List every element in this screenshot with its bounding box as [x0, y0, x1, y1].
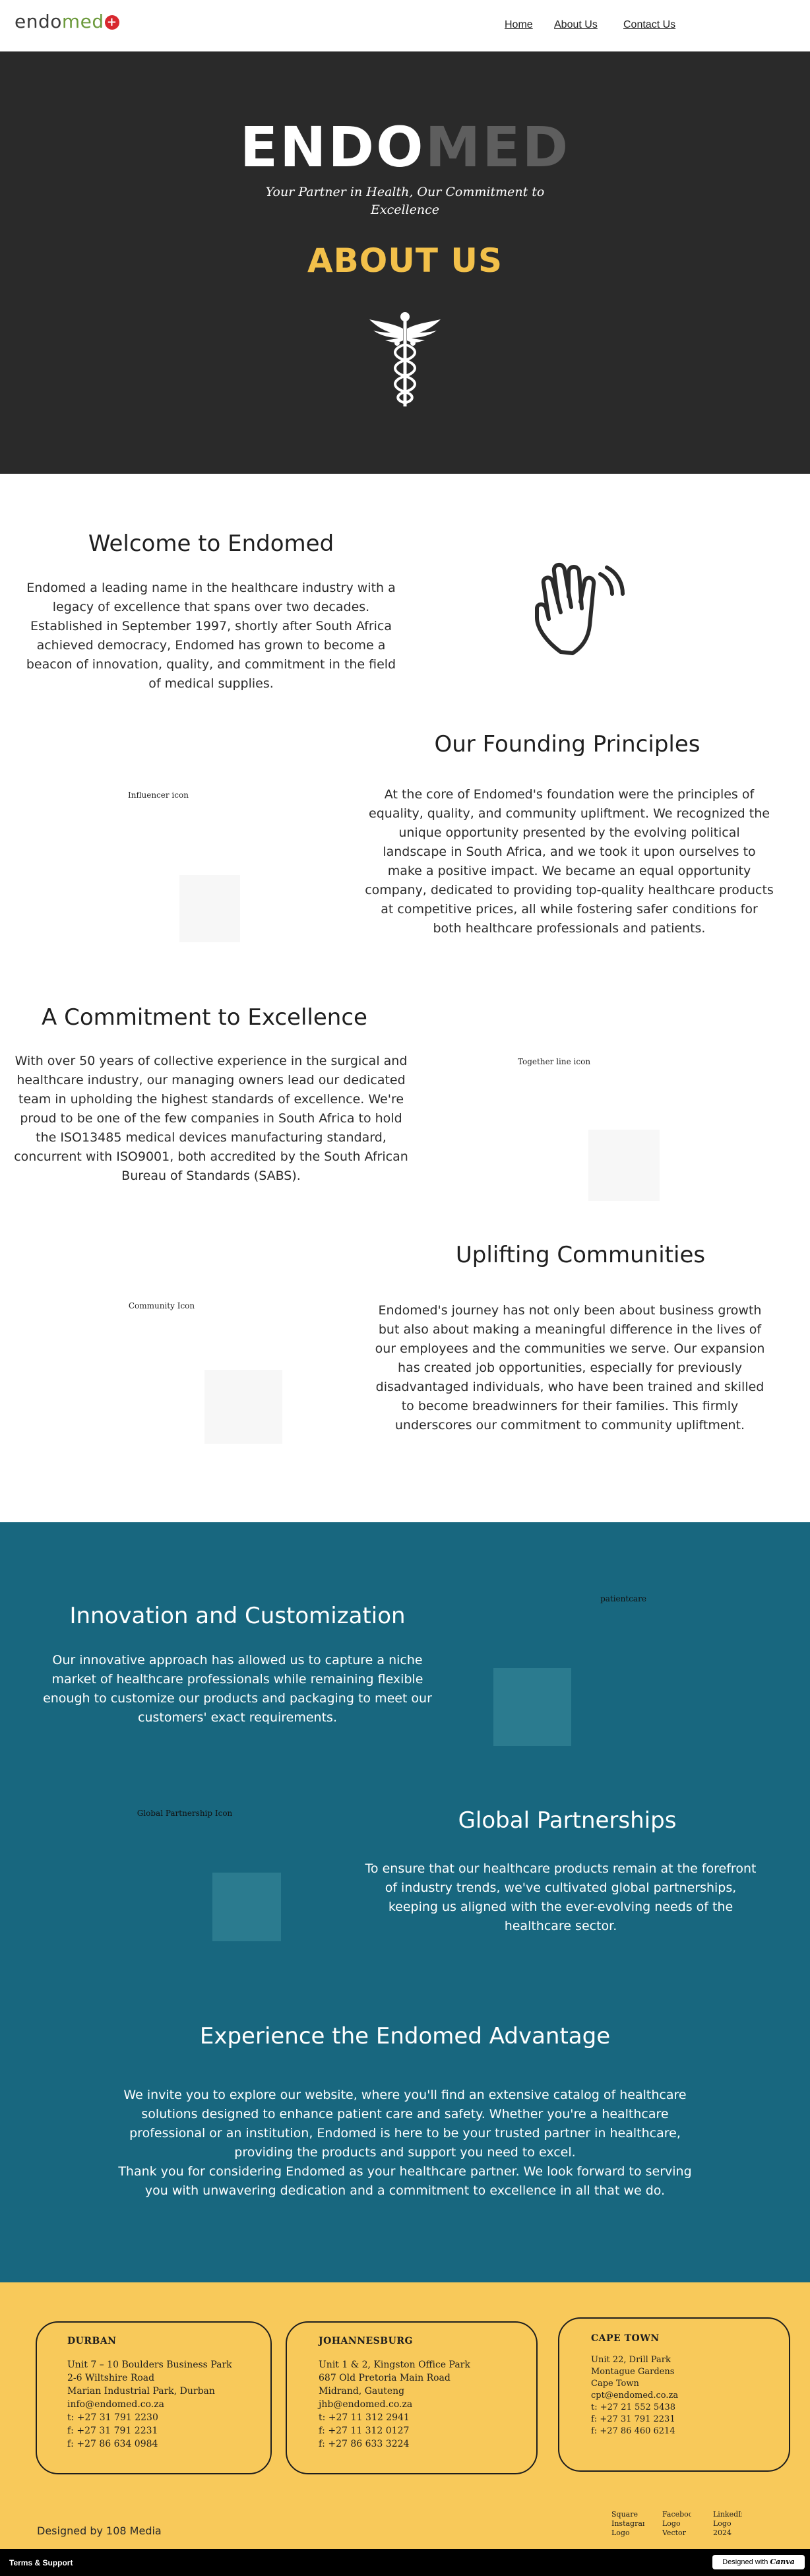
- uplifting-communities-heading: Uplifting Communities: [455, 1242, 706, 1268]
- commitment-heading: A Commitment to Excellence: [42, 1004, 367, 1031]
- office-fax: f: +27 86 634 0984: [67, 2439, 158, 2449]
- patientcare-image: [493, 1668, 571, 1746]
- office-fax: f: +27 11 312 0127: [319, 2426, 410, 2436]
- office-address-line: 687 Old Pretoria Main Road: [319, 2373, 451, 2383]
- site-header: [0, 0, 810, 51]
- canva-badge-prefix: Designed with: [722, 2558, 768, 2566]
- office-card-johannesburg: JOHANNESBURG Unit 1 & 2, Kingston Office…: [286, 2321, 538, 2474]
- advantage-text: We invite you to explore our website, wh…: [123, 2088, 687, 2160]
- innovation-text: Our innovative approach has allowed us t…: [43, 1653, 432, 1725]
- office-card-durban: DURBAN Unit 7 – 10 Boulders Business Par…: [36, 2321, 272, 2474]
- office-address-line: Unit 22, Drill Park: [591, 2355, 671, 2365]
- logo-text-med: med: [61, 11, 104, 32]
- office-title: CAPE TOWN: [591, 2333, 660, 2344]
- terms-support-link[interactable]: Terms & Support: [9, 2558, 73, 2567]
- hero-title-endo: ENDO: [239, 115, 425, 179]
- commitment-text: With over 50 years of collective experie…: [14, 1054, 408, 1183]
- hero-banner: ENDOMED Your Partner in Health, Our Comm…: [0, 51, 810, 474]
- facebook-logo-icon[interactable]: Facebook Logo Vector: [662, 2510, 691, 2539]
- global-partnerships-heading: Global Partnerships: [458, 1807, 677, 1834]
- office-title: DURBAN: [67, 2336, 117, 2346]
- office-card-cape-town: CAPE TOWN Unit 22, Drill Park Montague G…: [558, 2317, 790, 2472]
- together-line-icon-label: Together line icon: [517, 1057, 591, 1066]
- office-email[interactable]: cpt@endomed.co.za: [591, 2390, 782, 2402]
- office-email[interactable]: info@endomed.co.za: [67, 2398, 265, 2411]
- office-email[interactable]: jhb@endomed.co.za: [319, 2398, 530, 2411]
- global-partnership-icon-label: Global Partnership Icon: [137, 1809, 233, 1818]
- office-address-line: Unit 1 & 2, Kingston Office Park: [319, 2360, 470, 2370]
- welcome-text: Endomed a leading name in the healthcare…: [26, 581, 396, 691]
- instagram-logo-icon[interactable]: Square Instagram Logo: [611, 2510, 644, 2539]
- office-address-line: Montague Gardens: [591, 2367, 675, 2377]
- designed-with-canva-badge[interactable]: Designed with Canva: [712, 2555, 805, 2569]
- waving-hand-icon: [535, 563, 625, 655]
- office-address-line: Marian Industrial Park, Durban: [67, 2386, 215, 2397]
- office-fax: f: +27 31 791 2231: [67, 2426, 158, 2436]
- office-phone: t: +27 21 552 5438: [591, 2402, 676, 2412]
- nav-about-us-link[interactable]: About Us: [554, 19, 598, 31]
- canva-brand: Canva: [770, 2558, 795, 2566]
- office-address-line: 2-6 Wiltshire Road: [67, 2373, 155, 2383]
- influencer-icon: [179, 875, 240, 942]
- logo-text-endo: endo: [15, 11, 62, 32]
- red-cross-icon: +: [104, 15, 119, 30]
- patientcare-label: patientcare: [600, 1594, 646, 1603]
- nav-home-link[interactable]: Home: [505, 19, 533, 31]
- office-address-line: Unit 7 – 10 Boulders Business Park: [67, 2360, 232, 2370]
- nav-contact-us-link[interactable]: Contact Us: [623, 19, 675, 31]
- office-title: JOHANNESBURG: [319, 2336, 413, 2346]
- office-phone: t: +27 11 312 2941: [319, 2412, 410, 2423]
- hero-tagline: Your Partner in Health, Our Commitment t…: [265, 185, 545, 217]
- endomed-logo[interactable]: endomed +: [15, 11, 119, 32]
- office-phone: t: +27 31 791 2230: [67, 2412, 158, 2423]
- about-us-heading: ABOUT US: [307, 242, 503, 280]
- office-address-line: Cape Town: [591, 2379, 639, 2389]
- community-icon-label: Community Icon: [128, 1301, 195, 1310]
- influencer-icon-label: Influencer icon: [128, 790, 189, 800]
- caduceus-icon: [369, 312, 441, 406]
- designed-by-credit: Designed by 108 Media: [37, 2525, 162, 2537]
- office-fax: f: +27 86 633 3224: [319, 2439, 410, 2449]
- founding-principles-heading: Our Founding Principles: [434, 731, 701, 757]
- linkedin-logo-icon[interactable]: LinkedIn Logo 2024: [713, 2510, 742, 2539]
- founding-principles-text: At the core of Endomed's foundation were…: [365, 787, 774, 936]
- advantage-heading: Experience the Endomed Advantage: [199, 2023, 611, 2049]
- bottom-bar: [0, 2549, 810, 2576]
- advantage-thanks-text: Thank you for considering Endomed as you…: [118, 2164, 692, 2198]
- community-icon: [204, 1370, 282, 1444]
- office-details: Unit 1 & 2, Kingston Office Park 687 Old…: [319, 2358, 530, 2451]
- global-partnership-icon: [212, 1873, 281, 1941]
- global-partnerships-text: To ensure that our healthcare products r…: [365, 1861, 757, 1933]
- office-fax: f: +27 31 791 2231: [591, 2414, 675, 2424]
- office-details: Unit 22, Drill Park Montague Gardens Cap…: [591, 2354, 782, 2437]
- innovation-heading: Innovation and Customization: [69, 1603, 406, 1629]
- office-details: Unit 7 – 10 Boulders Business Park 2-6 W…: [67, 2358, 265, 2451]
- office-address-line: Midrand, Gauteng: [319, 2386, 405, 2397]
- together-line-icon: [588, 1130, 660, 1201]
- uplifting-communities-text: Endomed's journey has not only been abou…: [375, 1303, 765, 1433]
- welcome-heading: Welcome to Endomed: [88, 531, 334, 557]
- office-fax: f: +27 86 460 6214: [591, 2426, 675, 2436]
- hero-title-med: MED: [425, 115, 571, 179]
- hero-title: ENDOMED: [0, 115, 810, 179]
